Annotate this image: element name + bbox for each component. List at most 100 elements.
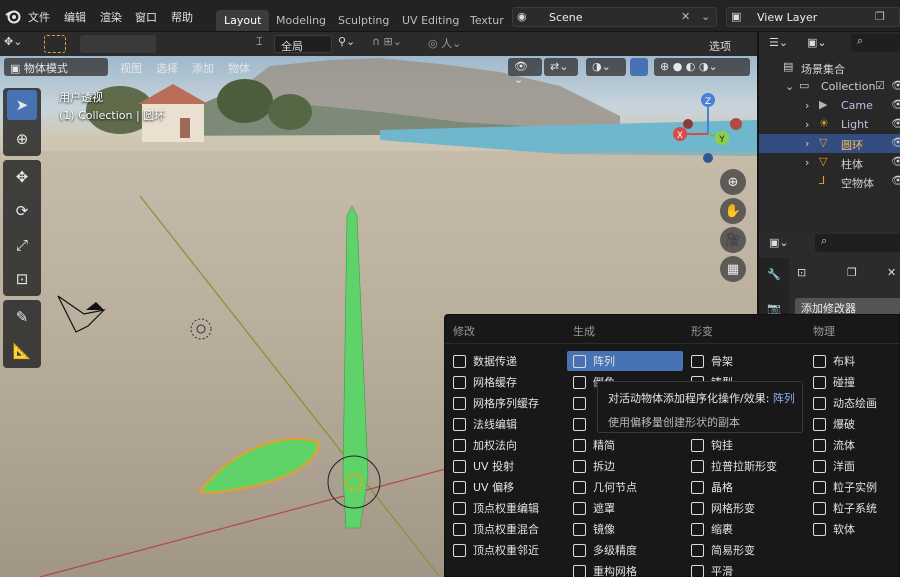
menu-view[interactable]: 视图	[114, 58, 148, 76]
transform-pivot-icon[interactable]: ✥⌄	[4, 35, 34, 53]
menu-item-hook[interactable]: 钩挂	[691, 435, 733, 455]
menu-item-normal-edit[interactable]: 法线编辑	[453, 414, 517, 434]
expand-arrow-icon[interactable]: ›	[805, 99, 809, 112]
outliner-filter-icon[interactable]: ▣⌄	[807, 36, 827, 49]
measure-tool-icon[interactable]: 📐	[7, 336, 37, 366]
xray-toggle-icon[interactable]	[630, 58, 648, 76]
visibility-eye-icon[interactable]: 👁	[891, 174, 900, 187]
menu-item-mask[interactable]: 遮罩	[573, 498, 615, 518]
menu-item-data-transfer[interactable]: 数据传递	[453, 351, 517, 371]
menu-item-mesh-sequence-cache[interactable]: 网格序列缓存	[453, 393, 539, 413]
menu-item-explode[interactable]: 爆破	[813, 414, 855, 434]
gizmo-toggle-icon[interactable]: ⇄⌄	[544, 58, 578, 76]
ortho-grid-icon[interactable]: ▦	[720, 256, 746, 282]
checkbox-icon[interactable]: ☑	[875, 79, 885, 92]
close-icon[interactable]: ✕	[681, 10, 690, 23]
outliner-scene-collection[interactable]: ▤ 场景集合	[759, 58, 900, 77]
object-mode-dropdown[interactable]: ▣ 物体模式	[4, 58, 108, 76]
menu-item-particle-instance[interactable]: 粒子实例	[813, 477, 877, 497]
navigation-gizmo[interactable]: Z X Y	[670, 88, 750, 168]
properties-search-icon[interactable]: ⌕	[815, 234, 900, 252]
scene-selector[interactable]: ◉ Scene ✕ ⌄	[512, 7, 717, 27]
expand-arrow-icon[interactable]: ›	[805, 118, 809, 131]
annotate-tool-icon[interactable]: ✎	[7, 302, 37, 332]
visibility-eye-icon[interactable]: 👁	[891, 155, 900, 168]
scale-tool-icon[interactable]: ⤢	[7, 230, 37, 260]
outliner-item-empty[interactable]: ⅃ 空物体 👁	[759, 172, 900, 191]
proportional-edit-icon[interactable]: ◎ 人⌄	[428, 35, 468, 53]
menu-item-edge-split[interactable]: 拆边	[573, 456, 615, 476]
outliner-item-camera[interactable]: › ▶ Came 👁	[759, 96, 900, 115]
expand-arrow-icon[interactable]: ›	[805, 156, 809, 169]
menu-item-cloth[interactable]: 布料	[813, 351, 855, 371]
menu-item-uv-project[interactable]: UV 投射	[453, 456, 514, 476]
menu-item-mirror[interactable]: 镜像	[573, 519, 615, 539]
visibility-eye-icon[interactable]: 👁	[891, 79, 900, 92]
menu-item-mesh-cache[interactable]: 网格缓存	[453, 372, 517, 392]
transform-orientation-dropdown[interactable]: 全局	[274, 35, 332, 53]
menu-add[interactable]: 添加	[186, 58, 220, 76]
visibility-eye-icon[interactable]: 👁	[891, 136, 900, 149]
menu-help[interactable]: 帮助	[171, 9, 193, 25]
tool-tab-icon[interactable]: 🔧	[767, 268, 781, 281]
chevron-down-icon[interactable]: ⌄	[701, 10, 710, 23]
menu-item-collision[interactable]: 碰撞	[813, 372, 855, 392]
menu-item-mesh-deform[interactable]: 网格形变	[691, 498, 755, 518]
outliner-item-torus[interactable]: › ▽ 圆环 👁	[759, 134, 900, 153]
menu-item-geometry-nodes[interactable]: 几何节点	[573, 477, 637, 497]
visibility-eye-icon[interactable]: 👁	[891, 98, 900, 111]
menu-item-laplacian-deform[interactable]: 拉普拉斯形变	[691, 456, 777, 476]
copy-icon[interactable]: ❐	[847, 266, 857, 279]
snap-icon[interactable]: ∩ ⊞⌄	[372, 35, 422, 53]
tab-sculpting[interactable]: Sculpting	[330, 10, 397, 31]
overlays-toggle-icon[interactable]: ◑⌄	[586, 58, 626, 76]
pan-hand-icon[interactable]: ✋	[720, 198, 746, 224]
menu-item-ocean[interactable]: 洋面	[813, 456, 855, 476]
expand-arrow-icon[interactable]: ›	[805, 137, 809, 150]
expand-arrow-icon[interactable]: ⌄	[785, 80, 794, 93]
menu-item-remesh[interactable]: 重构网格	[573, 561, 637, 577]
menu-item-build[interactable]	[573, 414, 593, 434]
outliner-item-cylinder[interactable]: › ▽ 柱体 👁	[759, 153, 900, 172]
menu-item-uv-warp[interactable]: UV 偏移	[453, 477, 514, 497]
pivot-point-icon[interactable]: ⚲⌄	[338, 35, 366, 53]
menu-item-array[interactable]: 阵列	[567, 351, 683, 371]
camera-view-icon[interactable]: 🎥	[720, 227, 746, 253]
tab-uv-editing[interactable]: UV Editing	[394, 10, 467, 31]
menu-item-particle-system[interactable]: 粒子系统	[813, 498, 877, 518]
menu-object[interactable]: 物体	[222, 58, 256, 76]
cursor-tool-icon[interactable]: ⊕	[7, 124, 37, 154]
view-layer-selector[interactable]: ▣ View Layer ❐	[726, 7, 900, 27]
select-box-icon[interactable]	[44, 35, 66, 53]
menu-select[interactable]: 选择	[150, 58, 184, 76]
outliner-item-light[interactable]: › ☀ Light 👁	[759, 115, 900, 134]
menu-item-vertex-weight-mix[interactable]: 顶点权重混合	[453, 519, 539, 539]
options-dropdown[interactable]: 选项	[702, 35, 752, 53]
close-icon[interactable]: ✕	[887, 266, 896, 279]
copy-icon[interactable]: ❐	[875, 10, 885, 23]
menu-item-lattice[interactable]: 晶格	[691, 477, 733, 497]
menu-item-simple-deform[interactable]: 简易形变	[691, 540, 755, 560]
menu-item-multires[interactable]: 多级精度	[573, 540, 637, 560]
outliner-display-mode-icon[interactable]: ☰⌄	[769, 36, 788, 49]
outliner-collection[interactable]: ⌄ ▭ Collection ☑ 👁	[759, 77, 900, 96]
menu-render[interactable]: 渲染	[100, 9, 122, 25]
outliner-search-icon[interactable]: ⌕	[851, 34, 900, 52]
menu-item-weighted-normal[interactable]: 加权法向	[453, 435, 517, 455]
menu-item-shrinkwrap[interactable]: 缩裹	[691, 519, 733, 539]
tab-layout[interactable]: Layout	[216, 10, 270, 31]
select-tool-icon[interactable]: ➤	[7, 90, 37, 120]
rotate-tool-icon[interactable]: ⟳	[7, 196, 37, 226]
menu-item-decimate[interactable]: 精简	[573, 435, 615, 455]
menu-item-vertex-weight-proximity[interactable]: 顶点权重邻近	[453, 540, 539, 560]
menu-item-fluid[interactable]: 流体	[813, 435, 855, 455]
visibility-eye-icon[interactable]: 👁	[891, 117, 900, 130]
selection-mode-buttons[interactable]	[80, 35, 156, 53]
menu-item-dynamic-paint[interactable]: 动态绘画	[813, 393, 877, 413]
menu-window[interactable]: 窗口	[135, 9, 157, 25]
tab-modeling[interactable]: Modeling	[268, 10, 334, 31]
menu-item-vertex-weight-edit[interactable]: 顶点权重编辑	[453, 498, 539, 518]
properties-editor-type-icon[interactable]: ▣⌄	[769, 236, 789, 249]
move-tool-icon[interactable]: ✥	[7, 162, 37, 192]
menu-item-armature[interactable]: 骨架	[691, 351, 733, 371]
